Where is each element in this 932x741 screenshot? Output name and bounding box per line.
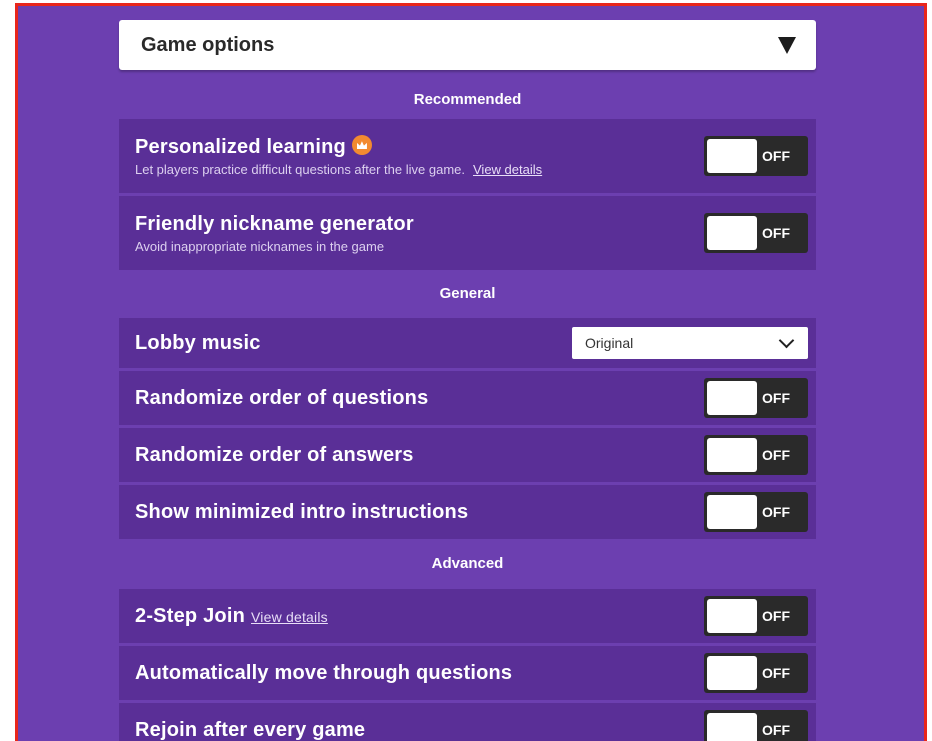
option-minimized-intro: Show minimized intro instructions OFF xyxy=(119,485,816,539)
toggle-state: OFF xyxy=(762,447,790,463)
section-title-general: General xyxy=(439,285,496,302)
personalized-learning-toggle[interactable]: OFF xyxy=(704,136,808,176)
nickname-generator-description: Avoid inappropriate nicknames in the gam… xyxy=(135,238,385,254)
randomize-answers-toggle[interactable]: OFF xyxy=(704,435,808,475)
option-friendly-nickname-generator: Friendly nickname generator Avoid inappr… xyxy=(119,196,816,270)
screenshot-frame: Game options Recommended Personalized le… xyxy=(15,3,927,741)
randomize-questions-toggle[interactable]: OFF xyxy=(704,378,808,418)
option-text: Friendly nickname generator Avoid inappr… xyxy=(135,213,414,254)
rejoin-label: Rejoin after every game xyxy=(135,718,366,741)
option-randomize-questions: Randomize order of questions OFF xyxy=(119,371,816,425)
option-lobby-music: Lobby music Original xyxy=(119,318,816,368)
option-2-step-join: 2-Step Join View details OFF xyxy=(119,589,816,643)
lobby-music-label: Lobby music xyxy=(135,331,261,354)
option-randomize-answers: Randomize order of answers OFF xyxy=(119,428,816,482)
toggle-knob xyxy=(707,599,757,633)
option-label: Personalized learning xyxy=(135,135,542,159)
option-rejoin: Rejoin after every game OFF xyxy=(119,703,816,741)
lobby-music-value: Original xyxy=(585,335,634,351)
minimized-intro-label: Show minimized intro instructions xyxy=(135,500,469,523)
randomize-answers-label: Randomize order of answers xyxy=(135,443,414,466)
option-text: Personalized learning Let players practi… xyxy=(135,135,542,177)
toggle-knob xyxy=(707,713,757,741)
personalized-learning-description: Let players practice difficult questions… xyxy=(135,161,465,177)
toggle-state: OFF xyxy=(762,608,790,624)
auto-move-label: Automatically move through questions xyxy=(135,661,513,684)
toggle-state: OFF xyxy=(762,225,790,241)
caret-down-icon[interactable] xyxy=(778,36,796,54)
auto-move-toggle[interactable]: OFF xyxy=(704,653,808,693)
randomize-questions-label: Randomize order of questions xyxy=(135,386,429,409)
section-title-recommended: Recommended xyxy=(413,91,522,108)
lobby-music-select[interactable]: Original xyxy=(572,327,808,359)
toggle-knob xyxy=(707,381,757,415)
nickname-generator-label: Friendly nickname generator xyxy=(135,212,414,235)
section-title-advanced: Advanced xyxy=(431,555,504,572)
two-step-join-label: 2-Step Join xyxy=(135,604,245,627)
minimized-intro-toggle[interactable]: OFF xyxy=(704,492,808,532)
game-options-panel: Game options Recommended Personalized le… xyxy=(119,20,816,741)
toggle-knob xyxy=(707,495,757,529)
game-options-header[interactable]: Game options xyxy=(119,20,816,70)
toggle-state: OFF xyxy=(762,665,790,681)
option-personalized-learning: Personalized learning Let players practi… xyxy=(119,119,816,193)
toggle-state: OFF xyxy=(762,390,790,406)
nickname-generator-toggle[interactable]: OFF xyxy=(704,213,808,253)
chevron-down-icon xyxy=(778,332,795,349)
crown-icon xyxy=(351,135,372,156)
game-options-title: Game options xyxy=(141,33,275,56)
option-description: Let players practice difficult questions… xyxy=(135,162,542,177)
option-label: 2-Step Join View details xyxy=(135,605,328,628)
toggle-knob xyxy=(707,139,757,173)
toggle-knob xyxy=(707,216,757,250)
toggle-state: OFF xyxy=(762,504,790,520)
toggle-knob xyxy=(707,656,757,690)
view-details-link[interactable]: View details xyxy=(473,162,542,177)
toggle-state: OFF xyxy=(762,148,790,164)
two-step-join-toggle[interactable]: OFF xyxy=(704,596,808,636)
view-details-link[interactable]: View details xyxy=(251,609,328,625)
toggle-knob xyxy=(707,438,757,472)
option-auto-move: Automatically move through questions OFF xyxy=(119,646,816,700)
toggle-state: OFF xyxy=(762,722,790,738)
rejoin-toggle[interactable]: OFF xyxy=(704,710,808,741)
personalized-learning-label: Personalized learning xyxy=(135,135,346,158)
